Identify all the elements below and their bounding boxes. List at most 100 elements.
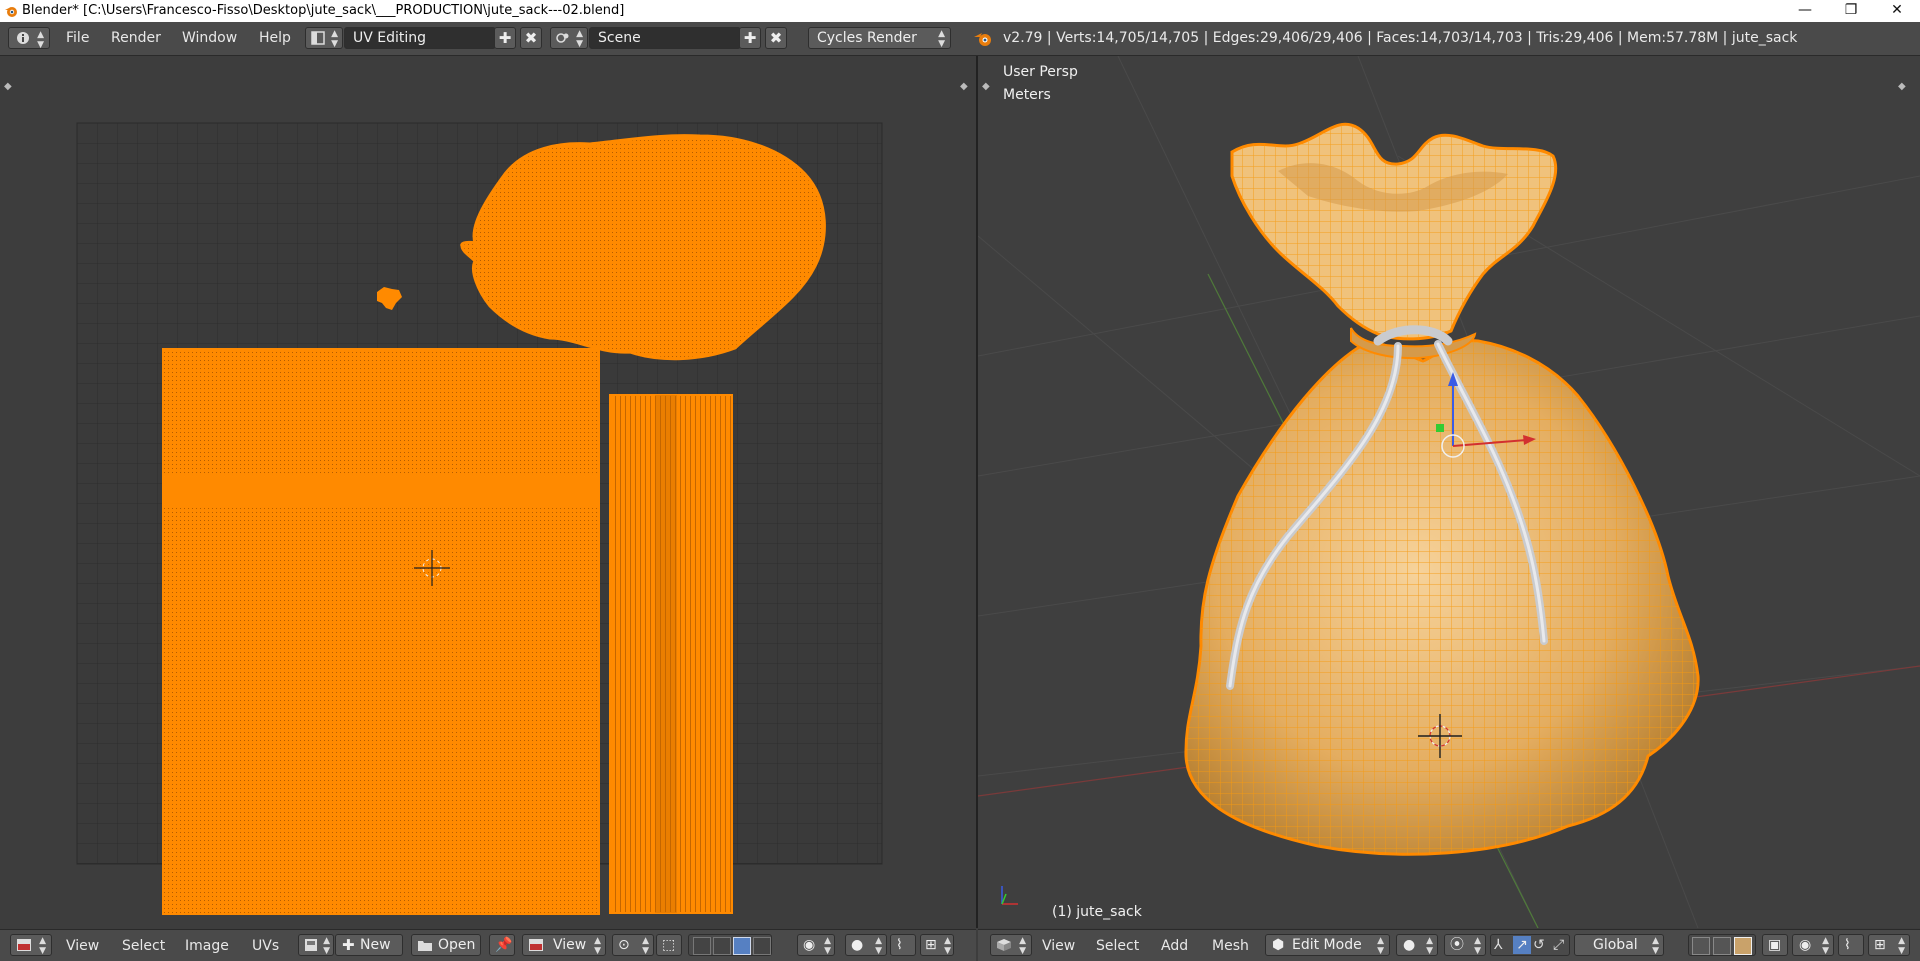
info-header: ▲ ▼ File Render Window Help ▲ ▼ UV Editing… [0,22,1920,56]
active-object-label: (1) jute_sack [1052,904,1142,920]
updown-arrows-icon: ▲ ▼ [1652,936,1659,956]
limit-selection-button[interactable]: ▣ [1762,934,1788,956]
new-image-button[interactable]: ✚ New [335,934,403,956]
uv-menu-uvs[interactable]: UVs [252,938,279,954]
updown-arrows-icon: ▲ ▼ [824,936,831,956]
uv-snap-element-dropdown[interactable]: ⊞ ▲ ▼ [920,934,954,956]
add-screen-button[interactable]: ✚ [494,27,516,49]
uv-select-mode-group[interactable] [688,934,772,956]
menu-render[interactable]: Render [111,30,161,46]
proportional-edit-dropdown[interactable]: ◉ ▲ ▼ [1792,934,1834,956]
pin-image-button[interactable]: 📌 [489,934,515,956]
updown-arrows-icon: ▲ ▼ [594,936,601,956]
edit-mode-icon: ⬢ [1272,937,1285,953]
scene-value: Scene [598,30,641,46]
image-icon [305,939,317,951]
updown-arrows-icon: ▲ ▼ [1898,936,1905,956]
3d-viewport[interactable]: ◆ ◆ User Persp Meters (1) jute_sack [978,56,1920,928]
open-image-button[interactable]: Open [411,934,481,956]
uv-menu-image[interactable]: Image [185,938,229,954]
translate-manipulator-icon[interactable]: ↗ [1513,936,1531,954]
jute-sack-mesh[interactable] [1184,122,1700,856]
3d-menu-add[interactable]: Add [1161,938,1188,954]
region-toggle-icon[interactable]: ◆ [960,81,968,92]
sticky-select-button[interactable]: ⬚ [656,934,682,956]
delete-scene-button[interactable]: ✖ [765,27,787,49]
pivot-point-3d-dropdown[interactable]: ⦿ ▲ ▼ [1444,934,1486,956]
uv-island-large [162,348,600,915]
vertex-select-icon[interactable] [693,937,711,955]
viewport-shading-dropdown[interactable]: ● ▲ ▼ [1396,934,1438,956]
snap-increment-icon: ⊞ [1874,937,1886,953]
manipulator-toggle-icon[interactable]: ⅄ [1494,935,1503,955]
uv-menu-view[interactable]: View [66,938,99,954]
view-mode-dropdown[interactable]: View ▲ ▼ [522,934,606,956]
proportional-edit-icon: ◉ [1799,937,1812,953]
snap-toggle-button[interactable]: ⌇ [1838,934,1864,956]
screen-layout-browse-button[interactable]: ▲ ▼ [305,27,343,49]
uv-editor-header: ▲ ▼ View Select Image UVs ▲ ▼ ✚ New Open 📌… [0,929,976,961]
updown-arrows-icon: ▲ ▼ [875,936,882,956]
magnet-icon: ⌇ [896,937,903,953]
edge-select-mode-icon[interactable] [1713,937,1731,955]
updown-arrows-icon: ▲ ▼ [323,936,330,956]
transform-orientation-dropdown[interactable]: Global ▲ ▼ [1574,934,1664,956]
snap-element-dropdown[interactable]: ⊞ ▲ ▼ [1868,934,1910,956]
uv-snap-button[interactable]: ⌇ [890,934,916,956]
uv-menu-select[interactable]: Select [122,938,165,954]
pivot-point-dropdown[interactable]: ⊙ ▲ ▼ [612,934,654,956]
view-name-label: User Persp [1003,64,1078,80]
editor-type-uv-button[interactable]: ▲ ▼ [10,934,52,956]
face-select-mode-icon[interactable] [1734,937,1752,955]
new-image-label: New [360,937,391,953]
scene-field[interactable]: Scene [589,27,741,49]
uv-falloff-dropdown[interactable]: ● ▲ ▼ [845,934,887,956]
folder-icon [418,941,432,951]
delete-screen-button[interactable]: ✖ [520,27,542,49]
rotate-manipulator-icon[interactable]: ↺ [1533,935,1545,955]
uv-proportional-dropdown[interactable]: ◉ ▲ ▼ [797,934,835,956]
3d-menu-mesh[interactable]: Mesh [1212,938,1249,954]
viewport-canvas[interactable]: ◆ ◆ [978,56,1920,928]
face-select-icon[interactable] [733,937,751,955]
region-toggle-icon[interactable]: ◆ [982,81,990,92]
snap-increment-icon: ⊞ [925,937,937,953]
minimize-button[interactable]: — [1782,0,1828,22]
3d-menu-view[interactable]: View [1042,938,1075,954]
pivot-icon: ⊙ [618,937,630,953]
close-window-button[interactable]: ✕ [1874,0,1920,22]
menu-window[interactable]: Window [182,30,237,46]
island-select-icon[interactable] [753,937,771,955]
scene-icon [556,33,569,43]
updown-arrows-icon: ▲ ▼ [576,29,583,49]
region-toggle-icon[interactable]: ◆ [1898,81,1906,92]
uv-canvas[interactable]: ◆ ◆ [0,56,976,928]
maximize-button[interactable]: ❐ [1828,0,1874,22]
manipulator-group[interactable]: ⅄ ↗ ↺ ⤢ [1490,934,1570,956]
updown-arrows-icon: ▲ ▼ [331,29,338,49]
interaction-mode-dropdown[interactable]: ⬢ Edit Mode ▲ ▼ [1265,934,1390,956]
mesh-select-mode-group[interactable] [1688,934,1756,956]
interaction-mode-value: Edit Mode [1292,937,1362,953]
editor-type-3d-button[interactable]: ▲ ▼ [990,934,1032,956]
uv-image-editor[interactable]: ◆ ◆ [0,56,976,928]
info-icon [17,32,29,44]
region-toggle-icon[interactable]: ◆ [4,81,12,92]
image-browse-button[interactable]: ▲ ▼ [298,934,334,956]
editor-type-info-button[interactable]: ▲ ▼ [8,27,50,50]
scene-browse-button[interactable]: ▲ ▼ [550,27,588,49]
window-title: Blender* [C:\Users\Francesco-Fisso\Deskt… [22,3,625,18]
updown-arrows-icon: ▲ ▼ [938,29,945,49]
add-scene-button[interactable]: ✚ [739,27,761,49]
3d-menu-select[interactable]: Select [1096,938,1139,954]
updown-arrows-icon: ▲ ▼ [642,936,649,956]
blender-logo-icon [5,7,17,17]
scale-manipulator-icon[interactable]: ⤢ [1553,935,1564,955]
menu-help[interactable]: Help [259,30,291,46]
screen-layout-field[interactable]: UV Editing [344,27,496,49]
render-engine-dropdown[interactable]: Cycles Render ▲ ▼ [808,27,951,49]
vertex-select-mode-icon[interactable] [1692,937,1710,955]
menu-file[interactable]: File [66,30,89,46]
units-label: Meters [1003,87,1051,103]
edge-select-icon[interactable] [713,937,731,955]
